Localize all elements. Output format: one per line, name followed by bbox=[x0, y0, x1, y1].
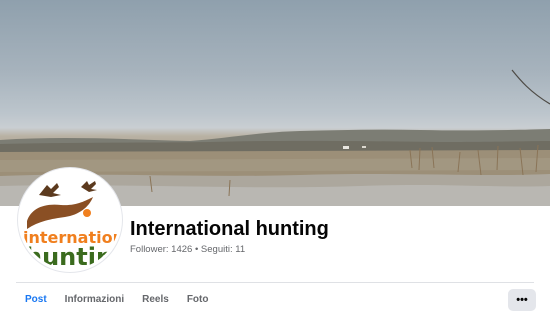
tab-post[interactable]: Post bbox=[16, 288, 56, 312]
page-title: International hunting bbox=[130, 218, 329, 240]
hunting-logo-icon: international hunting bbox=[21, 171, 119, 269]
tab-foto[interactable]: Foto bbox=[178, 288, 218, 312]
profile-picture[interactable]: international hunting bbox=[18, 168, 122, 272]
follower-stats[interactable]: Follower: 1426 • Seguiti: 11 bbox=[130, 244, 245, 255]
logo-text-line2: hunting bbox=[25, 243, 119, 269]
profile-tabs: Post Informazioni Reels Foto bbox=[16, 288, 217, 312]
more-horizontal-icon: ••• bbox=[516, 294, 528, 306]
tab-reels[interactable]: Reels bbox=[133, 288, 178, 312]
tabs-divider bbox=[16, 282, 534, 283]
more-options-button[interactable]: ••• bbox=[508, 289, 536, 311]
tab-informazioni[interactable]: Informazioni bbox=[56, 288, 133, 312]
